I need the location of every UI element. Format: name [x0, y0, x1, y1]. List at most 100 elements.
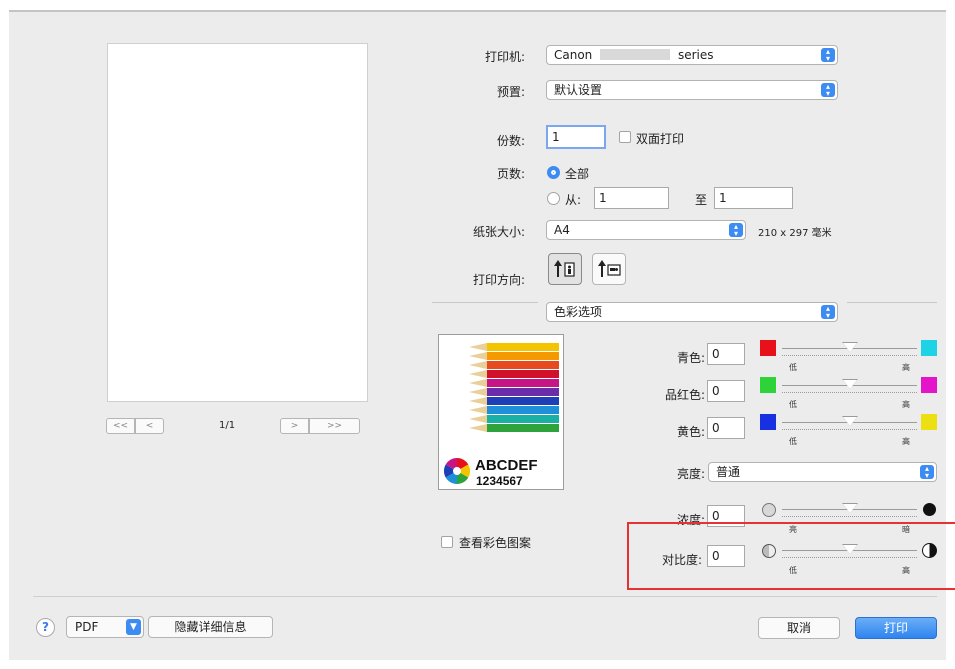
- cyan-slider-knob-fill: [843, 343, 857, 352]
- paper-dimensions: 210 x 297 毫米: [758, 228, 832, 239]
- cyan-low-swatch: [760, 340, 776, 356]
- duplex-checkbox[interactable]: [619, 131, 631, 143]
- yellow-slider-knob-fill: [843, 417, 857, 426]
- duplex-label: 双面打印: [636, 132, 685, 146]
- yellow-input[interactable]: 0: [707, 417, 745, 439]
- dark-icon: [923, 503, 936, 516]
- paper-size-value: A4: [554, 223, 570, 237]
- portrait-icon: [554, 260, 575, 277]
- low-contrast-icon: [762, 544, 776, 558]
- footer-separator: [33, 596, 937, 597]
- light-icon: [762, 503, 776, 517]
- yellow-slider-ticks: [782, 429, 917, 434]
- presets-value: 默认设置: [554, 83, 603, 97]
- pdf-menu-button[interactable]: PDF ▼: [66, 616, 144, 638]
- intensity-slider-knob-fill: [843, 504, 857, 513]
- cyan-high-label: 高: [902, 363, 910, 372]
- landscape-icon: [598, 260, 621, 277]
- contrast-input[interactable]: 0: [707, 545, 745, 567]
- magenta-high-label: 高: [902, 400, 910, 409]
- printer-model-redacted: [600, 49, 671, 60]
- panel-separator-left: [432, 302, 538, 303]
- magenta-slider-knob-fill: [843, 380, 857, 389]
- presets-select[interactable]: 默认设置 ▴ ▾: [546, 80, 838, 100]
- chevron-updown-icon: ▴ ▾: [821, 305, 835, 320]
- chevron-updown-icon: ▴ ▾: [821, 83, 835, 98]
- cyan-low-label: 低: [789, 363, 797, 372]
- pages-to-label: 至: [695, 193, 708, 207]
- intensity-slider-ticks: [782, 516, 917, 521]
- brightness-select[interactable]: 普通 ▴ ▾: [708, 462, 937, 482]
- sample-text-digits: 1234567: [476, 474, 523, 488]
- magenta-low-swatch: [760, 377, 776, 393]
- panel-separator-right: [847, 302, 937, 303]
- cyan-label: 青色:: [677, 351, 706, 365]
- first-page-button[interactable]: <<: [106, 418, 135, 434]
- yellow-low-swatch: [760, 414, 776, 430]
- cyan-input[interactable]: 0: [707, 343, 745, 365]
- pdf-label: PDF: [75, 620, 99, 634]
- sample-text-letters: ABCDEF: [475, 457, 538, 474]
- portrait-orientation-button[interactable]: [548, 253, 582, 285]
- page-indicator: 1/1: [219, 420, 236, 431]
- contrast-slider-knob-fill: [843, 545, 857, 554]
- magenta-low-label: 低: [789, 400, 797, 409]
- pages-from-radio[interactable]: [547, 192, 560, 205]
- view-color-pattern-checkbox[interactable]: [441, 536, 453, 548]
- yellow-high-label: 高: [902, 437, 910, 446]
- orientation-label: 打印方向:: [473, 273, 526, 287]
- printer-label: 打印机:: [485, 50, 526, 64]
- printer-name: Canon: [554, 48, 593, 62]
- next-page-button[interactable]: >: [280, 418, 309, 434]
- print-dialog: << < 1/1 > >> 打印机: Canon series ▴ ▾ 预置: 默…: [9, 10, 955, 660]
- hide-details-button[interactable]: 隐藏详细信息: [148, 616, 273, 638]
- yellow-low-label: 低: [789, 437, 797, 446]
- cancel-button[interactable]: 取消: [758, 617, 840, 639]
- copies-input[interactable]: 1: [546, 125, 606, 149]
- colored-pencils-illustration: [469, 343, 559, 432]
- high-contrast-icon: [922, 543, 937, 558]
- cyan-high-swatch: [921, 340, 937, 356]
- print-preview-page: [107, 43, 368, 402]
- pages-all-label: 全部: [565, 167, 590, 181]
- magenta-input[interactable]: 0: [707, 380, 745, 402]
- magenta-label: 品红色:: [665, 388, 706, 402]
- printer-select[interactable]: Canon series ▴ ▾: [546, 45, 838, 65]
- pages-label: 页数:: [497, 167, 526, 181]
- contrast-label: 对比度:: [662, 553, 703, 567]
- printer-series: series: [677, 48, 714, 62]
- contrast-low-label: 低: [789, 566, 797, 575]
- panel-select[interactable]: 色彩选项 ▴ ▾: [546, 302, 838, 322]
- presets-label: 预置:: [497, 85, 526, 99]
- magenta-high-swatch: [921, 377, 937, 393]
- chevron-updown-icon: ▴ ▾: [920, 465, 934, 480]
- landscape-orientation-button[interactable]: [592, 253, 626, 285]
- chevron-updown-icon: ▴ ▾: [729, 223, 743, 238]
- pages-from-input[interactable]: 1: [594, 187, 669, 209]
- magenta-slider-ticks: [782, 392, 917, 397]
- contrast-slider-ticks: [782, 557, 917, 562]
- pages-to-input[interactable]: 1: [714, 187, 793, 209]
- chevron-updown-icon: ▴ ▾: [821, 48, 835, 63]
- color-wheel-icon: [443, 457, 471, 485]
- pages-from-label: 从:: [565, 193, 582, 207]
- color-sample-image: ABCDEF 1234567: [438, 334, 564, 490]
- view-color-pattern-label: 查看彩色图案: [459, 536, 532, 550]
- contrast-high-label: 高: [902, 566, 910, 575]
- prev-page-button[interactable]: <: [135, 418, 164, 434]
- cyan-slider-ticks: [782, 355, 917, 360]
- print-button[interactable]: 打印: [855, 617, 937, 639]
- brightness-label: 亮度:: [677, 467, 706, 481]
- chevron-down-icon: ▼: [126, 619, 141, 635]
- panel-select-value: 色彩选项: [554, 305, 603, 319]
- pages-all-radio[interactable]: [547, 166, 560, 179]
- pencils: [469, 343, 559, 432]
- yellow-label: 黄色:: [677, 425, 706, 439]
- yellow-high-swatch: [921, 414, 937, 430]
- help-button[interactable]: ?: [36, 618, 55, 637]
- last-page-button[interactable]: >>: [309, 418, 360, 434]
- copies-label: 份数:: [497, 134, 526, 148]
- brightness-value: 普通: [716, 465, 741, 479]
- paper-size-select[interactable]: A4 ▴ ▾: [546, 220, 746, 240]
- paper-size-label: 纸张大小:: [473, 225, 526, 239]
